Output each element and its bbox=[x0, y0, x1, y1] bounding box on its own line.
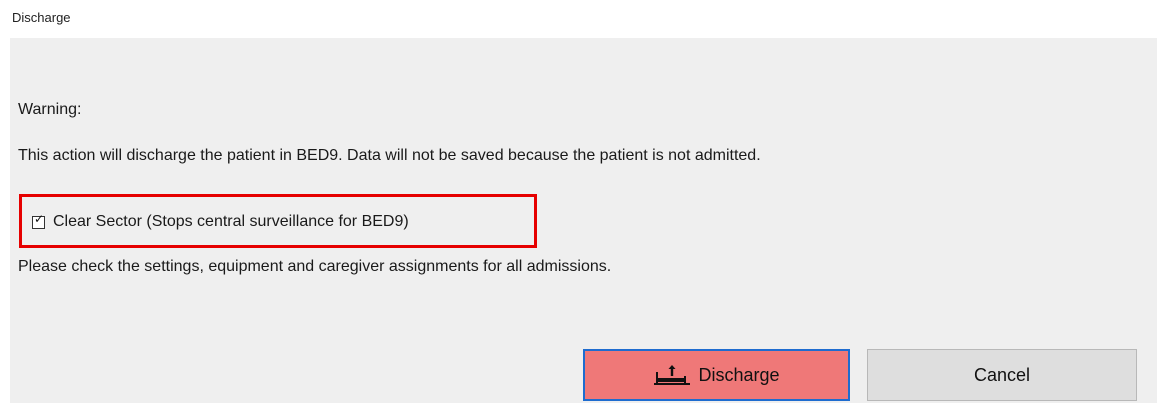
clear-sector-label: Clear Sector (Stops central surveillance… bbox=[53, 213, 409, 230]
discharge-button[interactable]: Discharge bbox=[583, 349, 850, 401]
discharge-button-label: Discharge bbox=[698, 364, 780, 385]
checkbox-checked-icon: ✓ bbox=[34, 211, 45, 226]
cancel-button[interactable]: Cancel bbox=[867, 349, 1137, 401]
clear-sector-checkbox[interactable]: ✓ bbox=[32, 211, 45, 229]
clear-sector-checkbox-row[interactable]: ✓ Clear Sector (Stops central surveillan… bbox=[19, 194, 537, 248]
settings-note: Please check the settings, equipment and… bbox=[18, 258, 612, 275]
dialog-title: Discharge bbox=[12, 10, 71, 25]
cancel-button-label: Cancel bbox=[973, 364, 1031, 385]
dialog-body: Warning: This action will discharge the … bbox=[10, 38, 1157, 403]
bed-discharge-icon bbox=[653, 363, 691, 387]
warning-label: Warning: bbox=[18, 101, 82, 118]
dialog-title-bar: Discharge bbox=[0, 0, 1157, 38]
discharge-message: This action will discharge the patient i… bbox=[18, 147, 761, 164]
